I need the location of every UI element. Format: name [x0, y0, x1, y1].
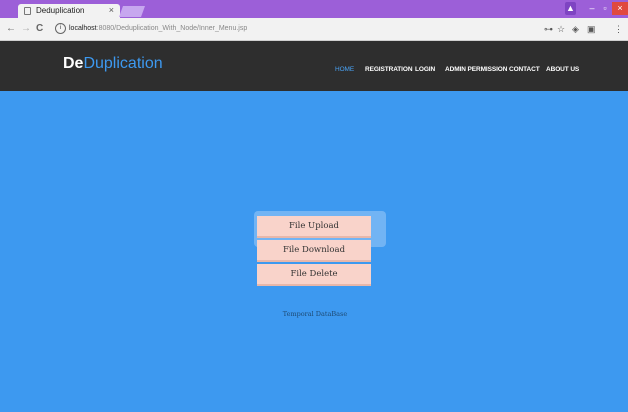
logo-part-duplication: Duplication	[83, 55, 163, 72]
nav-admin-permission[interactable]: ADMIN PERMISSION	[445, 66, 507, 73]
site-navbar: DeDuplication HOME REGISTRATION LOGIN AD…	[0, 41, 628, 91]
url-field[interactable]: i localhost:8080/Deduplication_With_Node/…	[55, 21, 625, 37]
user-profile-icon[interactable]: ▲	[565, 2, 576, 15]
temporal-database-link[interactable]: Temporal DataBase	[275, 310, 355, 318]
browser-tab[interactable]: Deduplication ×	[18, 4, 120, 18]
bookmark-star-icon[interactable]: ☆	[557, 24, 565, 34]
file-download-button[interactable]: File Download	[257, 240, 371, 262]
site-info-icon[interactable]: i	[55, 22, 66, 34]
file-upload-button[interactable]: File Upload	[257, 216, 371, 238]
reload-icon[interactable]: C	[36, 23, 43, 35]
url-host: localhost	[69, 25, 97, 32]
nav-login[interactable]: LOGIN	[415, 66, 435, 73]
site-logo[interactable]: DeDuplication	[63, 55, 163, 73]
extension-icon-2[interactable]: ▣	[587, 24, 596, 34]
logo-part-de: De	[63, 55, 84, 72]
file-delete-button[interactable]: File Delete	[257, 264, 371, 286]
back-icon[interactable]: ←	[6, 23, 16, 35]
page-icon	[24, 7, 31, 15]
nav-registration[interactable]: REGISTRATION	[365, 66, 413, 73]
browser-menu-icon[interactable]: ⋮	[614, 24, 623, 34]
tab-close-icon[interactable]: ×	[109, 5, 114, 15]
browser-titlebar: Deduplication × ▲ – ▫ ×	[0, 0, 628, 18]
main-content: File Upload File Download File Delete Te…	[0, 91, 628, 412]
new-tab-button[interactable]	[118, 6, 146, 17]
extension-icon[interactable]: ◈	[572, 24, 579, 34]
nav-about-us[interactable]: ABOUT US	[546, 66, 579, 73]
address-bar: ← → C i localhost:8080/Deduplication_With…	[0, 18, 628, 41]
forward-icon[interactable]: →	[21, 23, 31, 35]
close-window-button[interactable]: ×	[612, 2, 628, 15]
tab-title: Deduplication	[36, 6, 85, 15]
nav-contact[interactable]: CONTACT	[509, 66, 540, 73]
key-icon[interactable]: ⊶	[544, 24, 553, 34]
minimize-button[interactable]: –	[586, 2, 598, 15]
nav-home[interactable]: HOME	[335, 66, 354, 73]
url-path: :8080/Deduplication_With_Node/Inner_Menu…	[96, 25, 248, 32]
maximize-button[interactable]: ▫	[599, 2, 611, 15]
